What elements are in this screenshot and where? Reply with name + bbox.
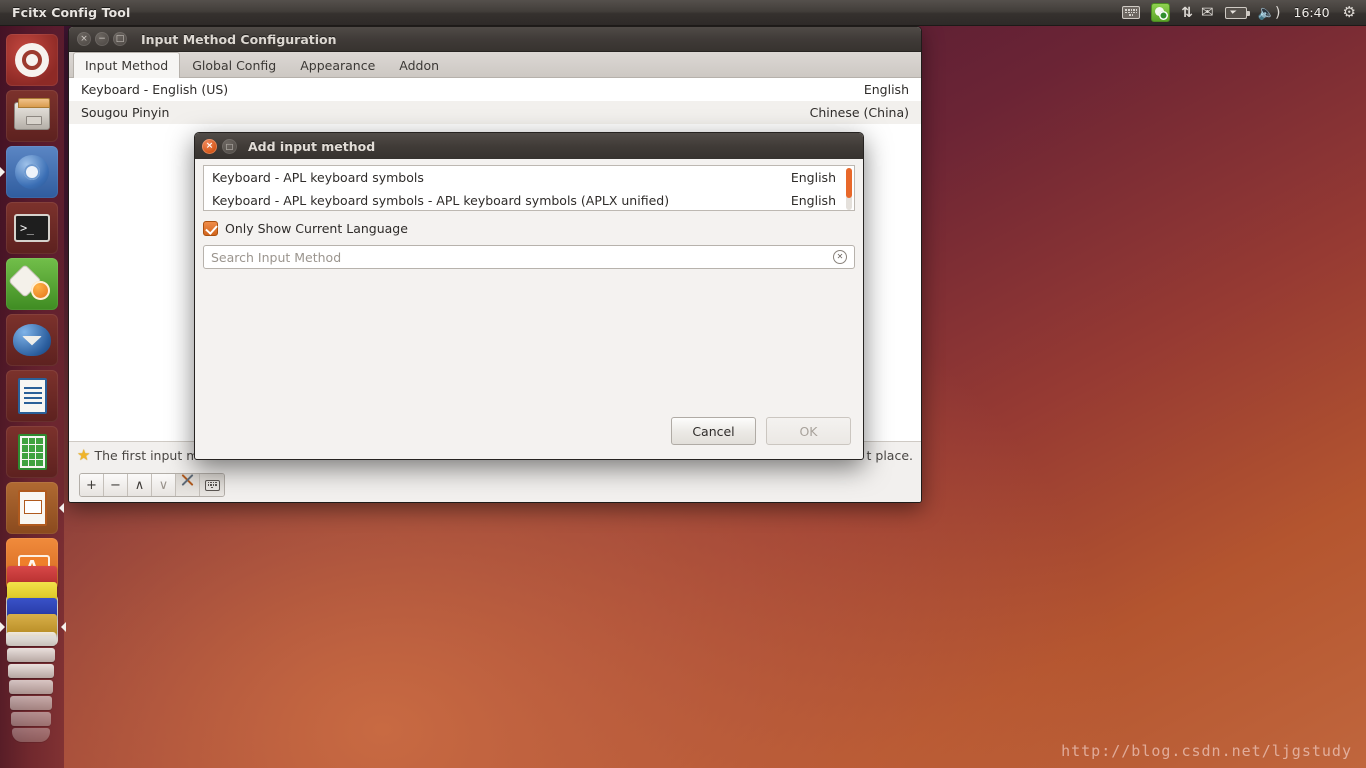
terminal-icon: >_	[14, 214, 50, 242]
writer-document-icon	[17, 378, 47, 414]
search-input-wrapper[interactable]: ✕	[203, 245, 855, 269]
tab-appearance[interactable]: Appearance	[288, 52, 387, 77]
chromium-icon	[15, 155, 49, 189]
ubuntu-logo-icon	[15, 43, 49, 77]
star-icon: ★	[77, 445, 91, 464]
list-item[interactable]: Keyboard - APL keyboard symbols English	[204, 166, 854, 189]
launcher-item-software-updater[interactable]	[6, 258, 58, 310]
dialog-maximize-button[interactable]: □	[222, 138, 237, 154]
folded-item-9[interactable]	[10, 696, 52, 710]
main-close-button[interactable]: ×	[77, 32, 91, 46]
dialog-title: Add input method	[248, 138, 376, 154]
input-method-name: Keyboard - English (US)	[81, 82, 229, 97]
list-toolbar: + − ∧ ∨	[69, 468, 921, 502]
panel-app-title[interactable]: Fcitx Config Tool	[12, 5, 130, 20]
launcher-folded-items[interactable]	[0, 566, 66, 766]
cancel-button[interactable]: Cancel	[671, 417, 756, 445]
only-show-current-language-row[interactable]: Only Show Current Language	[203, 219, 855, 237]
available-im-language: English	[790, 170, 836, 185]
impress-presentation-icon	[17, 490, 47, 526]
tab-global-config[interactable]: Global Config	[180, 52, 288, 77]
calc-spreadsheet-icon	[17, 434, 47, 470]
add-button[interactable]: +	[80, 474, 104, 496]
dialog-titlebar[interactable]: × □ Add input method	[195, 133, 863, 159]
list-scrollbar-thumb[interactable]	[846, 168, 852, 198]
toolbar-button-group: + − ∧ ∨	[79, 473, 225, 497]
tools-icon	[180, 478, 195, 493]
dialog-spacer	[203, 269, 855, 411]
main-maximize-button[interactable]: □	[113, 32, 127, 46]
remove-button[interactable]: −	[104, 474, 128, 496]
tab-input-method[interactable]: Input Method	[73, 52, 181, 78]
folded-running-marker-right	[61, 622, 66, 632]
add-input-method-dialog: × □ Add input method Keyboard - APL keyb…	[194, 132, 864, 460]
clock[interactable]: 16:40	[1292, 0, 1332, 26]
launcher-item-libreoffice-writer[interactable]	[6, 370, 58, 422]
main-window-titlebar[interactable]: × − □ Input Method Configuration	[69, 27, 921, 52]
dialog-close-button[interactable]: ×	[202, 138, 217, 154]
main-window-title: Input Method Configuration	[141, 31, 337, 47]
only-show-current-language-label[interactable]: Only Show Current Language	[225, 221, 408, 236]
fcitx-indicator-icon[interactable]	[1151, 0, 1171, 26]
dialog-button-bar: Cancel OK	[195, 411, 863, 459]
folded-item-5[interactable]	[6, 632, 56, 646]
launcher-item-terminal[interactable]: >_	[6, 202, 58, 254]
only-show-current-language-checkbox[interactable]	[203, 220, 218, 236]
move-down-button[interactable]: ∨	[152, 474, 176, 496]
tab-addon[interactable]: Addon	[387, 52, 451, 77]
top-panel: Fcitx Config Tool ⇅ ✉ ⏷ 🔈) 16:40 ⚙	[0, 0, 1366, 26]
table-row[interactable]: Keyboard - English (US) English	[69, 78, 921, 101]
thunderbird-icon	[13, 324, 51, 356]
mail-icon[interactable]: ✉	[1201, 0, 1214, 26]
folded-item-10[interactable]	[11, 712, 51, 726]
session-gear-icon[interactable]: ⚙	[1343, 0, 1356, 26]
volume-icon[interactable]: 🔈)	[1258, 0, 1281, 26]
table-row[interactable]: Sougou Pinyin Chinese (China)	[69, 101, 921, 124]
folded-item-8[interactable]	[9, 680, 53, 694]
folded-item-6[interactable]	[7, 648, 55, 662]
input-method-language: Chinese (China)	[809, 105, 909, 120]
folded-running-marker-left	[0, 622, 5, 632]
launcher-item-files[interactable]	[6, 90, 58, 142]
list-scrollbar[interactable]	[846, 168, 852, 210]
folded-item-11[interactable]	[12, 728, 50, 742]
keyboard-icon	[204, 479, 220, 491]
input-method-name: Sougou Pinyin	[81, 105, 170, 120]
configure-button[interactable]	[176, 474, 200, 496]
watermark: http://blog.csdn.net/ljgstudy	[1061, 742, 1352, 760]
available-input-method-list[interactable]: Keyboard - APL keyboard symbols English …	[203, 165, 855, 211]
launcher-item-thunderbird[interactable]	[6, 314, 58, 366]
hint-text-start: The first input m	[94, 447, 199, 463]
software-updater-icon	[14, 268, 50, 300]
unity-launcher: >_ a	[0, 26, 66, 768]
list-item[interactable]: Keyboard - APL keyboard symbols - APL ke…	[204, 189, 854, 210]
input-method-language: English	[863, 82, 909, 97]
main-minimize-button[interactable]: −	[95, 32, 109, 46]
move-up-button[interactable]: ∧	[128, 474, 152, 496]
folded-item-7[interactable]	[8, 664, 54, 678]
system-tray: ⇅ ✉ ⏷ 🔈) 16:40 ⚙	[1122, 0, 1366, 26]
available-im-name: Keyboard - APL keyboard symbols	[212, 170, 424, 185]
dialog-body: Keyboard - APL keyboard symbols English …	[195, 159, 863, 411]
launcher-item-libreoffice-impress[interactable]	[6, 482, 64, 534]
battery-icon[interactable]: ⏷	[1224, 0, 1250, 26]
keyboard-layout-button[interactable]	[200, 474, 224, 496]
keyboard-indicator-icon[interactable]	[1122, 0, 1141, 26]
available-im-language: English	[790, 193, 836, 208]
hint-text-end: t place.	[866, 447, 913, 463]
available-im-name: Keyboard - APL keyboard symbols - APL ke…	[212, 193, 670, 208]
search-input[interactable]	[211, 249, 833, 265]
tab-bar: Input Method Global Config Appearance Ad…	[69, 52, 921, 78]
launcher-item-chromium[interactable]	[0, 146, 58, 198]
network-updown-icon[interactable]: ⇅	[1181, 0, 1193, 26]
ok-button: OK	[766, 417, 851, 445]
launcher-item-dash-home[interactable]	[6, 34, 58, 86]
file-cabinet-icon	[14, 98, 50, 130]
clear-search-icon[interactable]: ✕	[833, 250, 847, 264]
launcher-item-libreoffice-calc[interactable]	[6, 426, 58, 478]
